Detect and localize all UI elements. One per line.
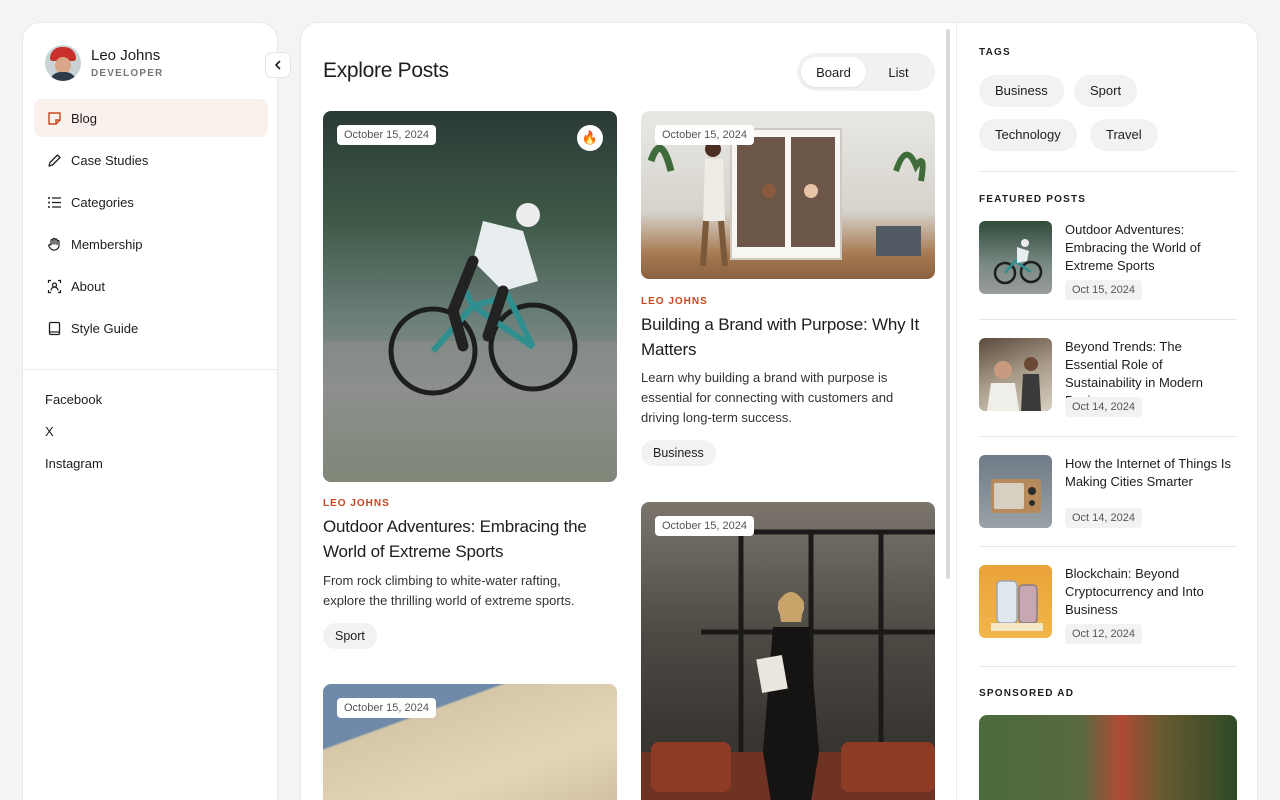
sponsored-heading: SPONSORED AD [979, 688, 1075, 699]
divider [979, 546, 1237, 547]
featured-post[interactable]: Beyond Trends: The Essential Role of Sus… [979, 338, 1237, 434]
featured-title: Outdoor Adventures: Embracing the World … [1065, 222, 1201, 273]
page-title: Explore Posts [323, 59, 449, 82]
post-tag[interactable]: Business [641, 440, 716, 466]
post-description: From rock climbing to white-water raftin… [323, 573, 575, 608]
tag-sport[interactable]: Sport [1074, 75, 1138, 107]
book-icon [46, 320, 62, 336]
divider [979, 436, 1237, 437]
post-tag[interactable]: Sport [323, 623, 377, 649]
tag-technology[interactable]: Technology [979, 119, 1077, 151]
scrollbar[interactable] [946, 29, 950, 579]
profile-name: Leo Johns [91, 47, 161, 64]
post-image[interactable]: October 15, 2024 [323, 684, 617, 800]
user-frame-icon [46, 278, 62, 294]
featured-date: Oct 12, 2024 [1065, 624, 1142, 644]
featured-post[interactable]: How the Internet of Things Is Making Cit… [979, 455, 1237, 551]
featured-thumbnail [979, 221, 1052, 294]
post-author[interactable]: LEO JOHNS [323, 498, 390, 509]
sidebar-item-label: About [71, 278, 105, 294]
avatar [45, 45, 81, 81]
featured-thumbnail [979, 455, 1052, 528]
sidebar-item-membership[interactable]: Membership [34, 225, 268, 263]
chevron-left-icon [275, 60, 281, 70]
blog-icon [46, 110, 62, 126]
post-author[interactable]: LEO JOHNS [641, 296, 708, 307]
hand-icon [46, 236, 62, 252]
fashion-image [641, 529, 935, 800]
featured-date: Oct 15, 2024 [1065, 280, 1142, 300]
sidebar-item-label: Blog [71, 110, 98, 126]
featured-thumbnail [979, 565, 1052, 638]
fire-icon[interactable]: 🔥 [577, 125, 603, 151]
divider [979, 666, 1237, 667]
divider [979, 319, 1237, 320]
social-link-instagram[interactable]: Instagram [45, 455, 103, 487]
social-link-facebook[interactable]: Facebook [45, 391, 103, 423]
sidebar-item-style-guide[interactable]: Style Guide [34, 309, 268, 347]
post-image[interactable]: October 15, 2024 [641, 111, 935, 279]
profile-role: DEVELOPER [91, 68, 164, 79]
post-date: October 15, 2024 [655, 125, 755, 145]
featured-title: Blockchain: Beyond Cryptocurrency and In… [1065, 566, 1204, 617]
featured-date: Oct 14, 2024 [1065, 508, 1142, 528]
divider [956, 23, 957, 800]
list-icon [46, 194, 62, 210]
divider [979, 171, 1237, 172]
view-list-button[interactable]: List [866, 57, 931, 87]
divider [23, 369, 277, 370]
post-title[interactable]: Building a Brand with Purpose: Why It Ma… [641, 313, 931, 362]
sidebar-nav: Blog Case Studies Categories Membership … [34, 99, 268, 351]
sponsored-ad-image[interactable] [979, 715, 1237, 800]
view-toggle: Board List [797, 53, 935, 91]
social-links: Facebook X Instagram [45, 391, 103, 487]
sidebar-item-blog[interactable]: Blog [34, 99, 268, 137]
sidebar: Leo Johns DEVELOPER Blog Case Studies Ca… [22, 22, 291, 800]
social-link-x[interactable]: X [45, 423, 103, 455]
featured-thumbnail [979, 338, 1052, 411]
post-date: October 15, 2024 [337, 698, 437, 718]
sidebar-item-label: Membership [71, 236, 143, 252]
post-date: October 15, 2024 [655, 516, 755, 536]
featured-title: How the Internet of Things Is Making Cit… [1065, 456, 1231, 489]
view-board-button[interactable]: Board [801, 57, 866, 87]
post-date: October 15, 2024 [337, 125, 437, 145]
main-panel: Explore Posts Board List October 15, 202… [300, 22, 1258, 800]
cyclist-image [323, 203, 617, 482]
featured-date: Oct 14, 2024 [1065, 397, 1142, 417]
collapse-sidebar-button[interactable] [265, 52, 291, 78]
sidebar-item-case-studies[interactable]: Case Studies [34, 141, 268, 179]
tag-travel[interactable]: Travel [1090, 119, 1158, 151]
post-title[interactable]: Outdoor Adventures: Embracing the World … [323, 515, 613, 564]
sidebar-item-label: Categories [71, 194, 134, 210]
post-image[interactable]: October 15, 2024 🔥 [323, 111, 617, 482]
sidebar-item-categories[interactable]: Categories [34, 183, 268, 221]
sidebar-item-label: Case Studies [71, 152, 149, 168]
tags-heading: TAGS [979, 47, 1011, 58]
sidebar-item-about[interactable]: About [34, 267, 268, 305]
featured-heading: FEATURED POSTS [979, 194, 1087, 205]
tag-business[interactable]: Business [979, 75, 1064, 107]
pencil-icon [46, 152, 62, 168]
featured-post[interactable]: Outdoor Adventures: Embracing the World … [979, 221, 1237, 317]
sidebar-item-label: Style Guide [71, 320, 139, 336]
featured-post[interactable]: Blockchain: Beyond Cryptocurrency and In… [979, 565, 1237, 661]
post-image[interactable]: October 15, 2024 [641, 502, 935, 800]
post-description: Learn why building a brand with purpose … [641, 370, 894, 425]
profile[interactable]: Leo Johns DEVELOPER [45, 45, 163, 81]
